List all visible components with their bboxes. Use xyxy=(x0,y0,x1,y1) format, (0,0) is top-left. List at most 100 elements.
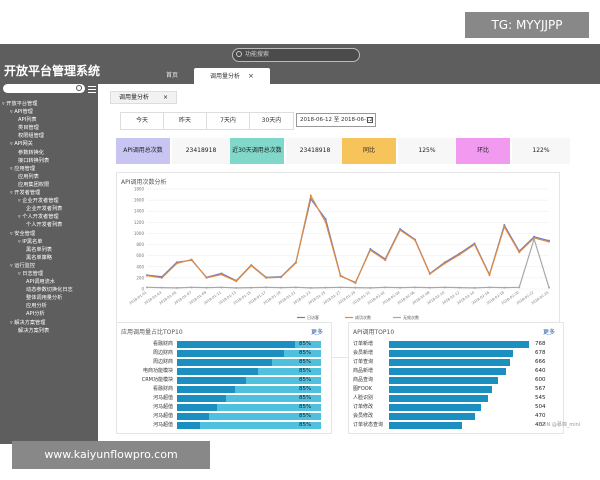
subtab-call-analysis[interactable]: 调用量分析 × xyxy=(110,91,178,104)
sidebar-item[interactable]: 应用集团权限 xyxy=(2,181,98,189)
tab-home[interactable]: 首页 xyxy=(150,68,194,84)
api-top-panel: API调用TOP10 更多 订单新增 768 会员新增 678 订单查询 666 商品新增 6… xyxy=(348,322,564,434)
api-top-row: 会员新增 678 xyxy=(353,350,563,357)
app-share-row: 河马超值 85% xyxy=(121,404,321,411)
data-point xyxy=(235,280,238,283)
api-top-row: 订单新增 768 xyxy=(353,341,563,348)
app-share-pct: 85% xyxy=(299,341,312,347)
close-icon[interactable]: × xyxy=(163,94,168,101)
app-share-bar xyxy=(177,377,247,384)
sidebar-item[interactable]: ▿ 安全管理 xyxy=(2,230,98,238)
app-share-bar xyxy=(177,341,296,348)
api-top-label: 商品查询 xyxy=(353,377,374,383)
sidebar-item[interactable]: ▿ IP黑名单 xyxy=(2,238,98,246)
sidebar-item[interactable]: API列表 xyxy=(2,116,98,124)
sidebar-item[interactable]: 接口转换列表 xyxy=(2,157,98,165)
period-7days[interactable]: 7天内 xyxy=(207,113,250,129)
sidebar-item[interactable]: ▿ 运行监控 xyxy=(2,262,98,270)
sidebar-item[interactable]: 解决方案列表 xyxy=(2,327,98,335)
date-range-value: 2018-06-12 至 2018-06-12 xyxy=(300,117,373,123)
sidebar-item[interactable]: 黑名单列表 xyxy=(2,246,98,254)
sidebar-item[interactable]: ▿ 企业开发者管理 xyxy=(2,197,98,205)
sidebar-item[interactable]: API调用流水 xyxy=(2,278,98,286)
sidebar-item[interactable]: 个人开发者列表 xyxy=(2,221,98,229)
sidebar-item[interactable]: ▿ 开发者管理 xyxy=(2,189,98,197)
calendar-icon[interactable] xyxy=(367,117,373,123)
api-top-more-link[interactable]: 更多 xyxy=(543,327,555,336)
sidebar-item[interactable]: API分析 xyxy=(2,310,98,318)
data-point xyxy=(265,276,268,279)
api-top-label: 会员修改 xyxy=(353,413,374,419)
app-share-more-link[interactable]: 更多 xyxy=(311,327,323,336)
sidebar: ▿ 开放平台管理 ▿ API管理 API列表 类目管理 权限组管理 ▿ API网关 参数转换… xyxy=(0,84,98,444)
api-top-label: 会员新增 xyxy=(353,350,374,356)
tab-call-analysis[interactable]: 调用量分析 × xyxy=(194,68,270,84)
sidebar-item[interactable]: ▿ API管理 xyxy=(2,108,98,116)
sidebar-item[interactable]: 应用列表 xyxy=(2,173,98,181)
watermark-bottom: www.kaiyunflowpro.com xyxy=(12,441,210,469)
menu-icon[interactable] xyxy=(88,84,96,93)
app-share-label: 看融财商 xyxy=(152,386,173,392)
sidebar-item[interactable]: 黑名单策略 xyxy=(2,254,98,262)
app-share-label: 周边财商 xyxy=(152,359,173,365)
app-share-pct: 85% xyxy=(299,386,312,392)
y-tick-label: 1000 xyxy=(134,231,145,236)
data-point xyxy=(235,286,238,289)
data-point xyxy=(324,218,327,220)
stat-label: 环比 xyxy=(456,138,510,164)
y-tick-label: 1200 xyxy=(134,220,145,225)
y-tick-label: 200 xyxy=(136,275,144,280)
nav-tree: ▿ 开放平台管理 ▿ API管理 API列表 类目管理 权限组管理 ▿ API网关 参数转换… xyxy=(2,100,98,335)
app-share-label: 周边财商 xyxy=(152,350,173,356)
data-point xyxy=(384,286,387,289)
sidebar-item[interactable]: ▿ 应用管理 xyxy=(2,165,98,173)
api-top-bar xyxy=(389,341,529,348)
app-title: 开放平台管理系统 xyxy=(4,64,101,78)
app-share-label: 河马超值 xyxy=(152,395,173,401)
date-range-input[interactable]: 2018-06-12 至 2018-06-12 xyxy=(296,113,376,127)
sidebar-item[interactable]: 企业开发者列表 xyxy=(2,205,98,213)
stat-value: 125% xyxy=(398,138,456,164)
api-top-value: 545 xyxy=(535,395,546,401)
sidebar-item[interactable]: 整体调用量分析 xyxy=(2,294,98,302)
api-top-row: 商品查询 600 xyxy=(353,377,563,384)
app-share-row: 电商功能模块 85% xyxy=(121,368,321,375)
api-top-title: API调用TOP10 xyxy=(353,329,395,336)
sidebar-item[interactable]: ▿ 解决方案管理 xyxy=(2,319,98,327)
data-point xyxy=(369,249,372,252)
sidebar-item[interactable]: 权限组管理 xyxy=(2,132,98,140)
period-yesterday[interactable]: 昨天 xyxy=(164,113,207,129)
sidebar-item[interactable]: 类目管理 xyxy=(2,124,98,132)
function-search-input[interactable]: 功能搜索 xyxy=(232,48,360,62)
api-top-row: 订单状态查询 402 xyxy=(353,422,563,429)
sidebar-item[interactable]: ▿ 开放平台管理 xyxy=(2,100,98,108)
api-top-value: 600 xyxy=(535,377,546,383)
sidebar-search-input[interactable] xyxy=(3,84,85,93)
legend-label: 无效次数 xyxy=(403,314,419,320)
legend-label: 日访客 xyxy=(307,314,319,320)
sidebar-item[interactable]: 应用分析 xyxy=(2,302,98,310)
api-top-label: 订单查询 xyxy=(353,359,374,365)
series-line xyxy=(146,197,550,284)
sidebar-item[interactable]: 参数转换化 xyxy=(2,149,98,157)
data-point xyxy=(473,286,476,289)
sidebar-item[interactable]: ▿ 日志管理 xyxy=(2,270,98,278)
stat-label: 同比 xyxy=(342,138,396,164)
data-point xyxy=(280,286,282,289)
period-30days[interactable]: 30天内 xyxy=(250,113,293,129)
sidebar-item[interactable]: ▿ 个人开发者管理 xyxy=(2,213,98,221)
api-top-value: 470 xyxy=(535,413,546,419)
period-selector: 今天 昨天 7天内 30天内 xyxy=(120,112,294,130)
legend-label: 成功次数 xyxy=(355,314,371,320)
stat-value: 23418918 xyxy=(172,138,230,164)
sidebar-item[interactable]: ▿ API网关 xyxy=(2,140,98,148)
sidebar-item[interactable]: 动态参数切换化日志 xyxy=(2,286,98,294)
app-share-label: 电商功能模块 xyxy=(142,368,173,374)
data-point xyxy=(294,286,297,289)
period-today[interactable]: 今天 xyxy=(121,113,164,129)
data-point xyxy=(503,286,506,289)
data-point xyxy=(428,286,431,289)
data-point xyxy=(458,286,461,289)
close-icon[interactable]: × xyxy=(248,72,254,80)
data-point xyxy=(548,240,550,243)
